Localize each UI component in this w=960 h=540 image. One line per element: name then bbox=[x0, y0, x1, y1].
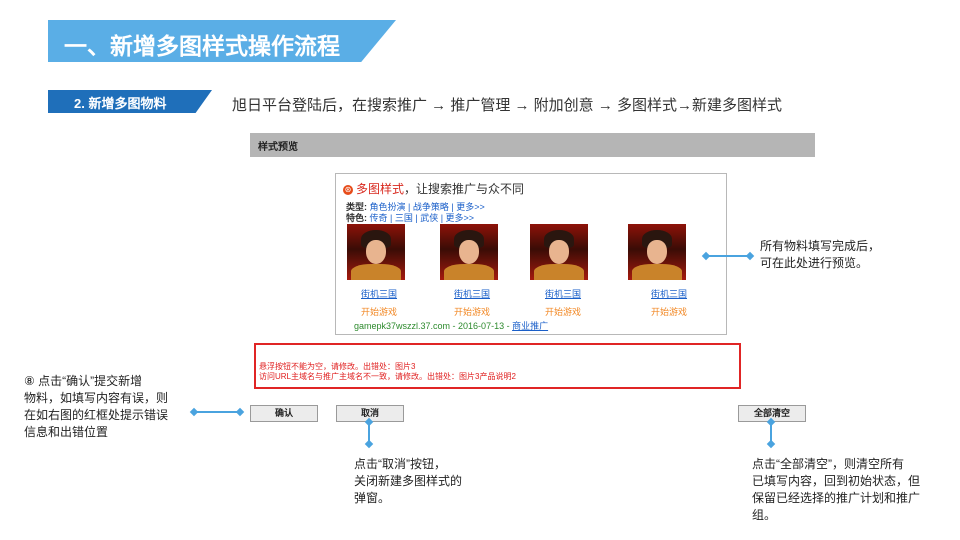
connector-dot bbox=[189, 407, 199, 417]
business-promo-link[interactable]: 商业推广 bbox=[512, 321, 548, 331]
confirm-button[interactable]: 确认 bbox=[250, 405, 318, 422]
section-tag: 2. 新增多图物料 bbox=[48, 90, 212, 113]
brand-suffix: ，让搜索推广与众不同 bbox=[404, 182, 525, 196]
game-thumbnail[interactable] bbox=[347, 224, 405, 280]
start-game-link[interactable]: 开始游戏 bbox=[545, 305, 581, 318]
brand-logo-icon: ⊛ bbox=[343, 185, 353, 195]
clear-note: 点击“全部清空”，则清空所有 已填写内容，回到初始状态，但 保留已经选择的推广计… bbox=[752, 457, 921, 522]
section-title: 2. 新增多图物料 bbox=[74, 96, 167, 111]
display-url: gamepk37wszzl.37.com - 2016-07-13 - 商业推广 bbox=[354, 319, 548, 332]
feature-row: 特色: 传奇 | 三国 | 武侠 | 更多>> bbox=[346, 211, 474, 224]
connector-dot bbox=[364, 439, 374, 449]
feature-label: 特色: bbox=[346, 213, 367, 223]
connector-dot bbox=[766, 439, 776, 449]
confirm-note: ⑧ 点击“确认”提交新增 物料，如填写内容有误，则 在如右图的红框处提示错误 信… bbox=[24, 374, 169, 439]
connector-dot bbox=[235, 407, 245, 417]
error-message: 访问URL主域名与推广主域名不一致，请修改。出错处：图片3产品说明2 bbox=[259, 372, 516, 381]
cancel-note: 点击“取消”按钮， 关闭新建多图样式的 弹窗。 bbox=[354, 457, 463, 505]
start-game-link[interactable]: 开始游戏 bbox=[454, 305, 490, 318]
game-title-link[interactable]: 街机三国 bbox=[361, 287, 397, 300]
feature-links[interactable]: 传奇 | 三国 | 武侠 | 更多>> bbox=[370, 213, 475, 223]
confirm-connector bbox=[194, 411, 240, 413]
panel-header-title: 样式预览 bbox=[258, 142, 298, 153]
start-game-link[interactable]: 开始游戏 bbox=[651, 305, 687, 318]
display-url-text: gamepk37wszzl.37.com - 2016-07-13 - bbox=[354, 321, 513, 331]
game-title-link[interactable]: 街机三国 bbox=[545, 287, 581, 300]
title-banner: 一、新增多图样式操作流程 bbox=[48, 20, 396, 62]
brand-line: ⊛ 多图样式，让搜索推广与众不同 bbox=[343, 180, 524, 197]
page-title: 一、新增多图样式操作流程 bbox=[64, 33, 340, 59]
brand-prefix: 多图样式 bbox=[356, 182, 405, 196]
game-title-link[interactable]: 街机三国 bbox=[454, 287, 490, 300]
start-game-link[interactable]: 开始游戏 bbox=[361, 305, 397, 318]
nav-path: 旭日平台登陆后，在搜索推广 → 推广管理 → 附加创意 → 多图样式→新建多图样… bbox=[232, 97, 783, 114]
game-thumbnail[interactable] bbox=[530, 224, 588, 280]
preview-note: 所有物料填写完成后， 可在此处进行预览。 bbox=[760, 239, 881, 270]
game-title-link[interactable]: 街机三国 bbox=[651, 287, 687, 300]
game-thumbnail[interactable] bbox=[440, 224, 498, 280]
panel-header: 样式预览 bbox=[250, 133, 815, 157]
preview-connector bbox=[706, 255, 750, 257]
game-thumbnail[interactable] bbox=[628, 224, 686, 280]
